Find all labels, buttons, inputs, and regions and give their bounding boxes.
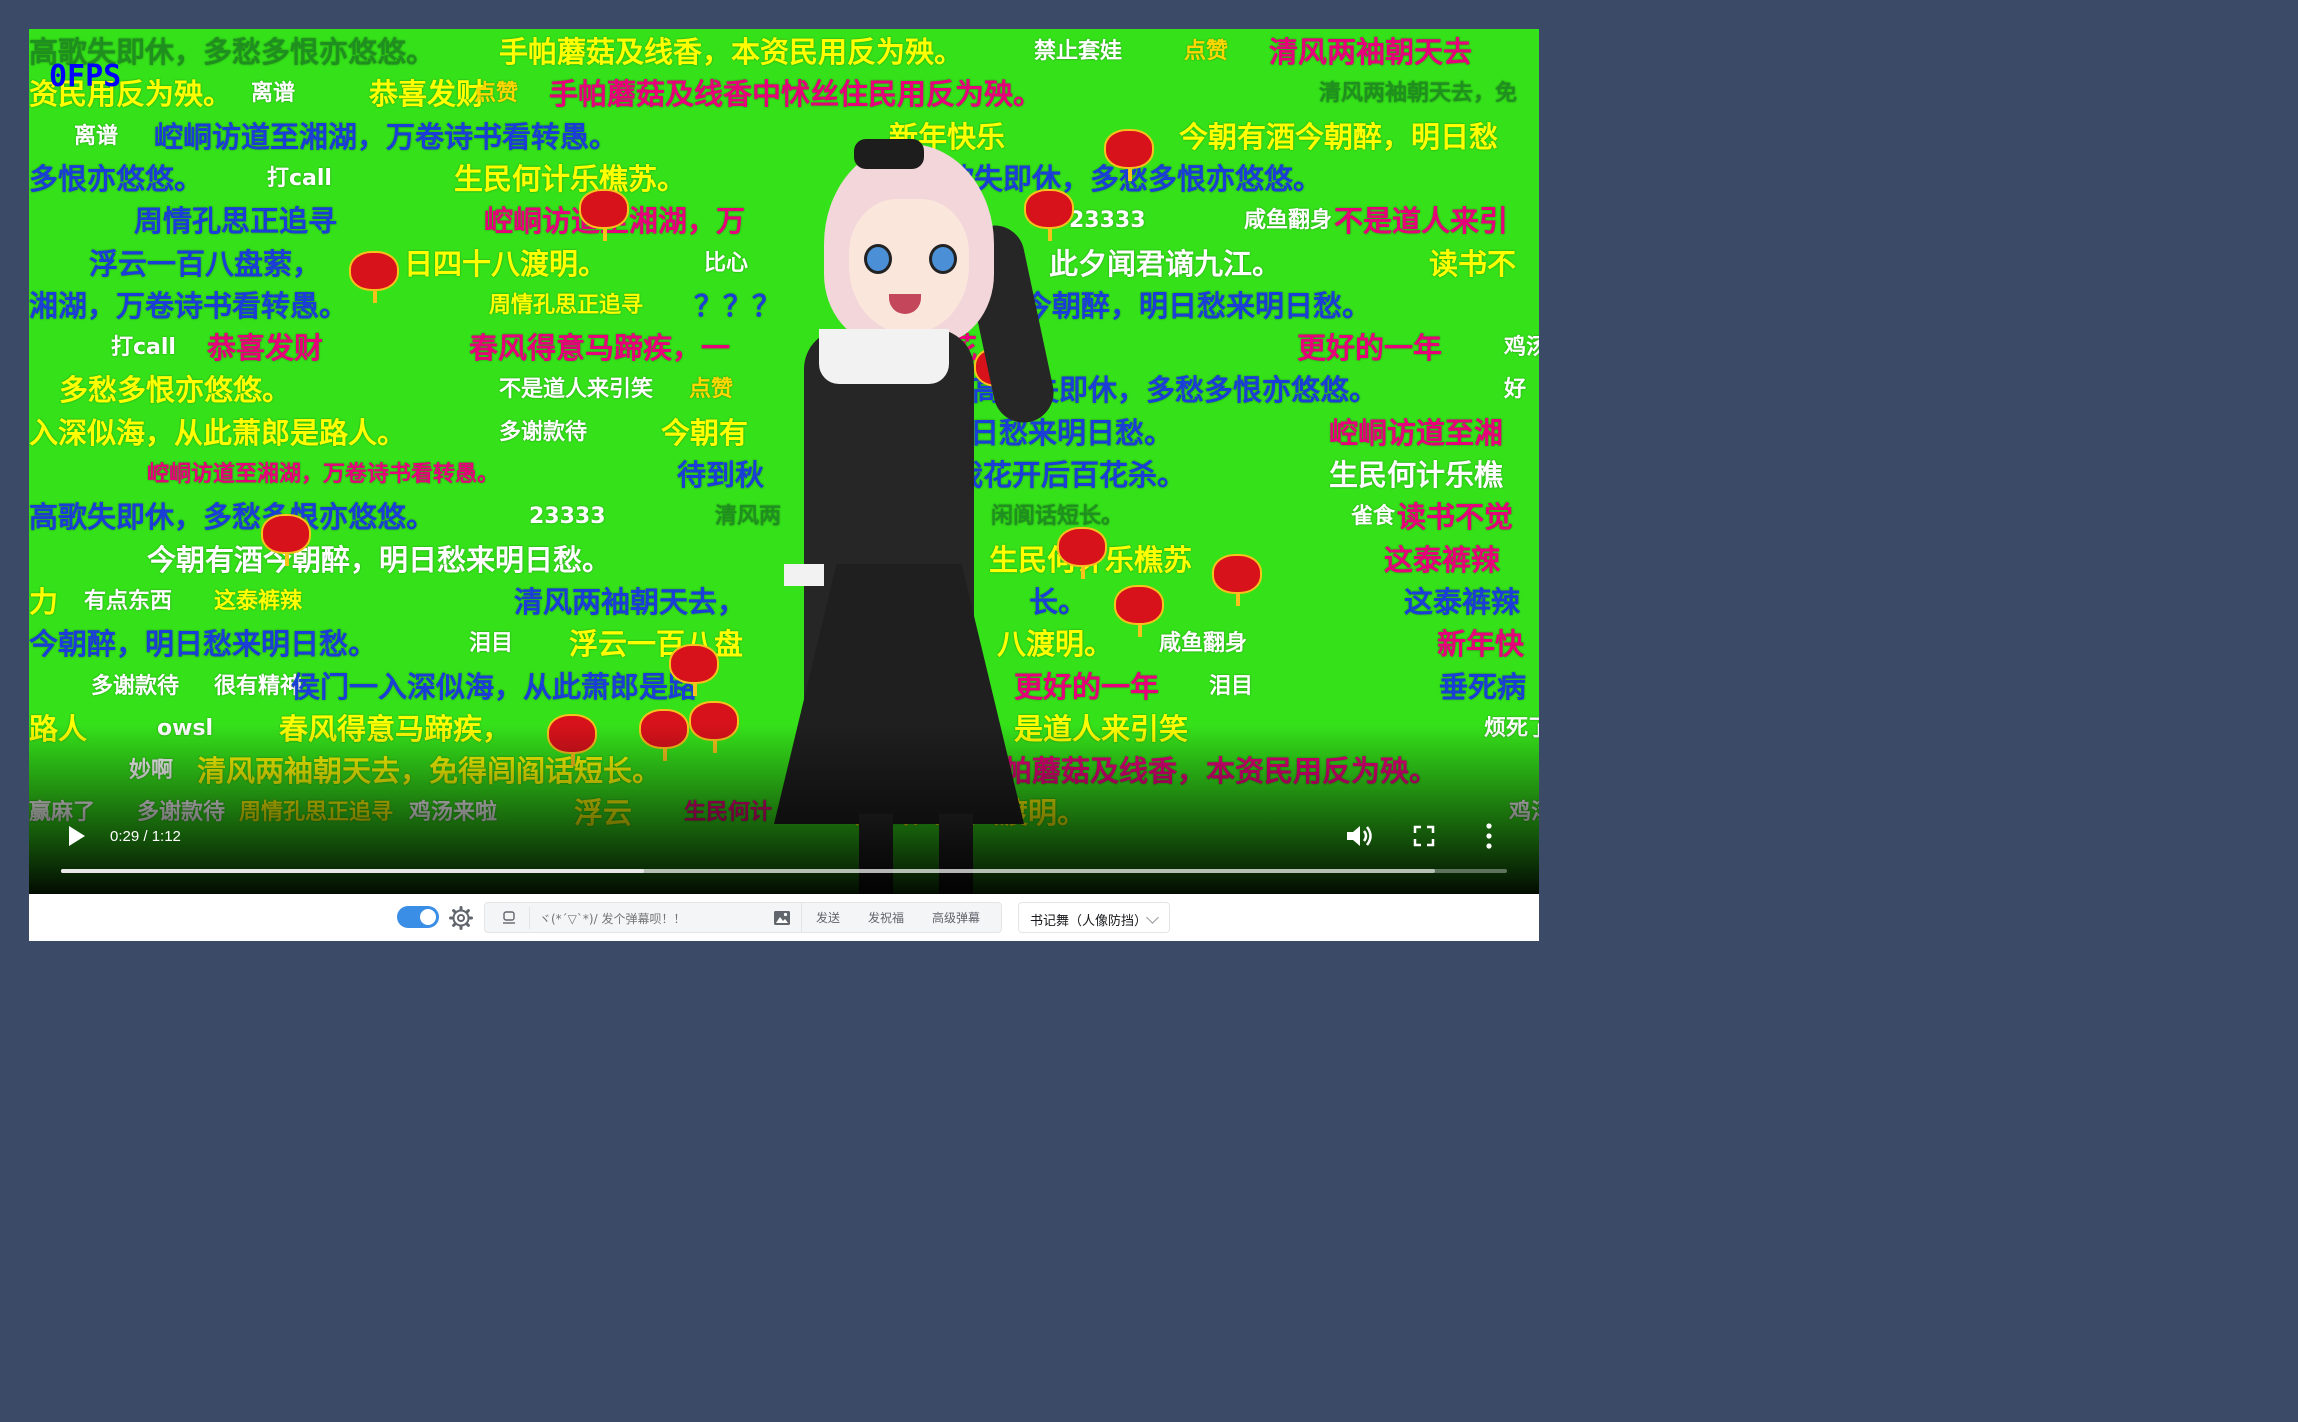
danmaku-input-wrapper	[484, 902, 802, 933]
gear-icon[interactable]	[449, 906, 473, 930]
advanced-danmaku-button[interactable]: 高级弹幕	[918, 909, 994, 926]
danmaku-comment: 日四十八渡明。	[404, 246, 608, 281]
danmaku-comment: 生民何计乐樵	[1329, 458, 1504, 492]
danmaku-comment: 不是道人来引笑	[499, 377, 654, 403]
lantern-decoration	[1212, 554, 1262, 606]
danmaku-comment: 有点东西	[84, 588, 173, 614]
send-button-group: 发送 发祝福 高级弹幕	[802, 902, 1002, 933]
lantern-decoration	[579, 189, 629, 241]
danmaku-send-bar: 发送 发祝福 高级弹幕 书记舞（人像防挡）	[29, 894, 1539, 941]
fps-counter: 0FPS	[49, 59, 122, 94]
danmaku-comment: 侯门一入深似海，从此萧郎是路	[291, 669, 698, 704]
lantern-decoration	[349, 251, 399, 303]
danmaku-comment: 离谱	[74, 123, 119, 149]
danmaku-comment: 浮云一百八盘萦，	[89, 246, 322, 281]
danmaku-comment: 读书不觉	[1397, 500, 1514, 535]
character-collar	[819, 329, 949, 384]
danmaku-comment: 清风两袖朝天去	[1269, 35, 1473, 69]
danmaku-comment: 手帕蘑菇及线香，本资民用反为殃。	[499, 35, 964, 69]
lantern-decoration	[261, 514, 311, 566]
danmaku-comment: 打call	[267, 165, 332, 191]
danmaku-comment: 泪目	[469, 631, 514, 657]
danmaku-comment: 咸鱼翻身	[1159, 631, 1248, 657]
character-bow	[854, 139, 924, 169]
danmaku-comment: 点赞	[1184, 39, 1229, 64]
chevron-down-icon	[1146, 911, 1159, 924]
volume-icon[interactable]	[1345, 823, 1375, 849]
danmaku-comment: 崆峒访道至湘湖，万卷诗书看转愚。	[147, 462, 500, 487]
danmaku-comment: 不是道人来引	[1334, 204, 1509, 239]
danmaku-style-icon[interactable]	[501, 910, 517, 926]
danmaku-comment: 点赞	[474, 81, 519, 107]
time-display: 0:29 / 1:12	[110, 828, 181, 845]
send-button[interactable]: 发送	[802, 909, 854, 926]
danmaku-comment: 高歌失即休，多愁多恨亦悠悠。	[29, 500, 436, 535]
danmaku-comment: 入深似海，从此萧郎是路人。	[29, 415, 407, 450]
video-player[interactable]: 高歌失即休，多愁多恨亦悠悠。 手帕蘑菇及线香，本资民用反为殃。 禁止套娃 点赞 清风两袖…	[29, 29, 1539, 894]
danmaku-comment: 多恨亦悠悠。	[29, 161, 204, 196]
progress-fill	[61, 869, 644, 873]
danmaku-comment: 泪目	[1209, 673, 1254, 699]
danmaku-comment: 多愁多恨亦悠悠。	[59, 373, 292, 408]
danmaku-comment: 周情孔思正追寻	[134, 204, 338, 239]
danmaku-comment: 生民何计乐樵苏。	[454, 161, 687, 196]
character-eye	[864, 244, 892, 274]
danmaku-comment: 清风两袖朝天去，免	[1319, 81, 1518, 107]
image-icon[interactable]	[773, 910, 791, 926]
mode-select[interactable]: 书记舞（人像防挡）	[1018, 902, 1170, 933]
danmaku-comment: 待到秋	[677, 458, 765, 492]
danmaku-comment: 垂死病	[1439, 669, 1527, 704]
danmaku-comment: 新年快	[1437, 627, 1525, 662]
danmaku-comment: 今朝有酒今朝醉，明日愁	[1179, 119, 1499, 154]
danmaku-comment: 湘湖，万卷诗书看转愚。	[29, 288, 349, 323]
more-vertical-icon[interactable]	[1480, 822, 1498, 850]
danmaku-comment: 读书不	[1429, 246, 1517, 281]
danmaku-input[interactable]	[537, 907, 771, 931]
danmaku-toggle[interactable]	[397, 906, 439, 928]
play-icon[interactable]	[69, 826, 85, 846]
blessing-button[interactable]: 发祝福	[854, 909, 918, 926]
danmaku-comment: 周情孔思正追寻	[489, 292, 644, 318]
danmaku-comment: 今朝有	[661, 415, 749, 450]
lantern-decoration	[1114, 585, 1164, 637]
danmaku-comment: 恭喜发财	[207, 331, 324, 366]
danmaku-comment: 鸡汤来	[1504, 335, 1539, 361]
danmaku-comment: 手帕蘑菇及线香中怵丝住民用反为殃。	[549, 77, 1043, 112]
danmaku-comment: 这泰裤辣	[214, 588, 303, 614]
progress-bar[interactable]	[61, 869, 1507, 873]
danmaku-comment: 今朝醉，明日愁来明日愁。	[29, 627, 378, 662]
lantern-decoration	[1104, 129, 1154, 181]
danmaku-comment: 很有精神	[214, 673, 303, 699]
danmaku-comment: 春风得意马蹄疾，一	[469, 331, 731, 366]
danmaku-comment: 雀食	[1351, 504, 1396, 530]
danmaku-comment: 多谢款待	[91, 673, 180, 699]
danmaku-comment: 比心	[704, 250, 749, 276]
danmaku-comment: 崆峒访道至湘	[1329, 415, 1504, 450]
fullscreen-icon[interactable]	[1413, 825, 1435, 847]
danmaku-comment: 这泰裤辣	[1404, 584, 1521, 619]
danmaku-comment: 这泰裤辣	[1384, 542, 1501, 577]
danmaku-comment: 23333	[529, 504, 606, 530]
character-eye	[929, 244, 957, 274]
input-divider	[529, 907, 530, 929]
danmaku-comment: 咸鱼翻身	[1244, 208, 1333, 234]
danmaku-comment: 恭喜发财	[369, 77, 486, 112]
danmaku-comment: 好	[1504, 377, 1527, 403]
character-cuff	[784, 564, 824, 586]
danmaku-comment: 清风两袖朝天去，	[514, 584, 747, 619]
danmaku-comment: 禁止套娃	[1034, 39, 1123, 64]
danmaku-comment: 打call	[111, 335, 176, 361]
danmaku-comment: 更好的一年	[1297, 331, 1443, 366]
lantern-decoration	[669, 644, 719, 696]
danmaku-comment: 力	[29, 584, 59, 619]
danmaku-comment: 离谱	[251, 81, 296, 107]
mode-select-value: 书记舞（人像防挡）	[1030, 914, 1140, 929]
danmaku-comment: 点赞	[689, 377, 734, 403]
danmaku-comment: 多谢款待	[499, 419, 588, 445]
danmaku-comment: 今朝有酒今朝醉，明日愁来明日愁。	[147, 542, 612, 577]
danmaku-comment: 崆峒访道至湘湖，万卷诗书看转愚。	[154, 119, 619, 154]
